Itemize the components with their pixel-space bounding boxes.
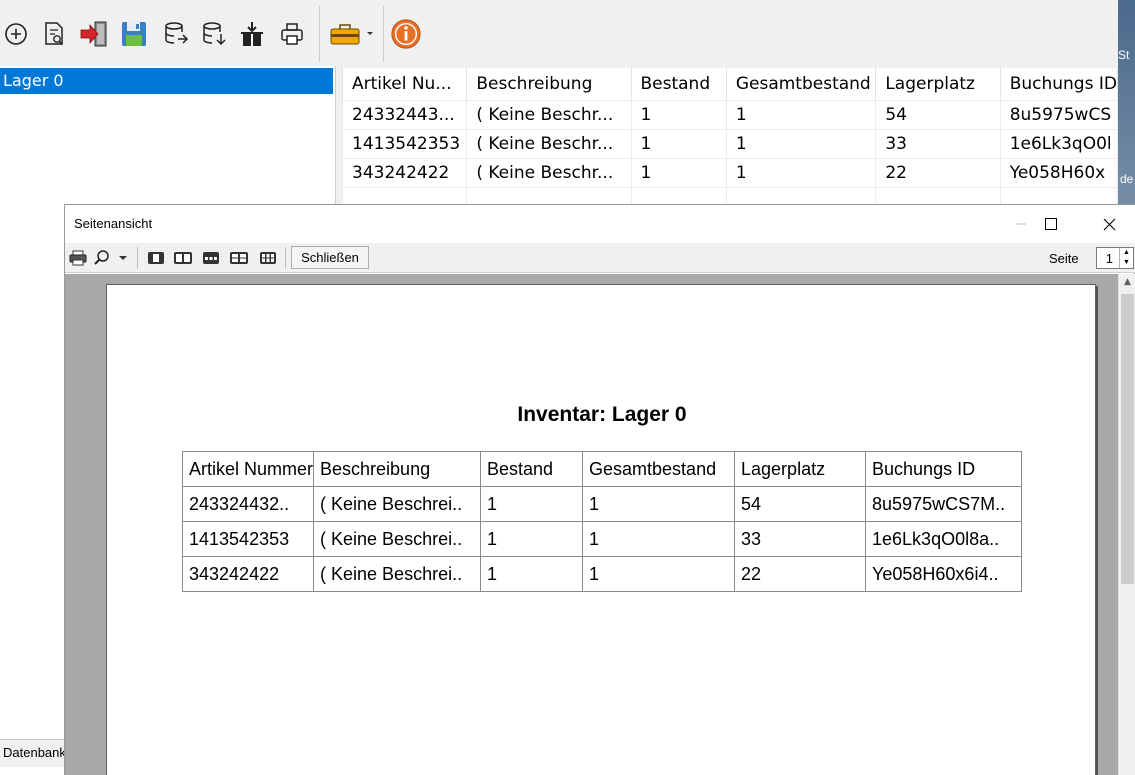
report-title: Inventar: Lager 0 (517, 403, 687, 426)
table-row[interactable]: 1413542353 ( Keine Beschr... 1 1 33 1e6L… (342, 128, 1118, 159)
search-document-icon[interactable] (38, 14, 70, 54)
grid-cell[interactable]: 8u5975wCS (999, 99, 1118, 130)
report-cell: 243324432.. (181, 486, 315, 522)
scroll-up-icon[interactable]: ▲ (1119, 274, 1135, 291)
stock-in-icon[interactable] (236, 14, 268, 54)
desktop-text: de (1120, 172, 1134, 186)
status-tab[interactable]: Datenbank (0, 739, 66, 767)
table-row[interactable]: 24332443... ( Keine Beschr... 1 1 54 8u5… (342, 99, 1118, 130)
import-icon[interactable] (78, 14, 110, 54)
grid-cell[interactable]: 1 (725, 157, 877, 188)
print-preview-window: Seitenansicht Schließen Seite 1 ▲ ▼ Inve… (64, 204, 1135, 775)
report-cell: 33 (734, 521, 867, 557)
column-header[interactable]: Artikel Nu... (342, 68, 468, 100)
column-header[interactable]: Bestand (630, 68, 727, 100)
grid-cell[interactable]: 1413542353 (342, 128, 468, 159)
report-column-header: Beschreibung (313, 451, 482, 487)
report-cell: Ye058H60x6i4.. (865, 556, 1023, 592)
report-cell: 1 (480, 556, 584, 592)
main-toolbar (0, 0, 1118, 66)
report-cell: 1 (480, 521, 584, 557)
grid-header-row: Artikel Nu... Beschreibung Bestand Gesam… (342, 68, 1118, 100)
add-icon[interactable] (0, 14, 32, 54)
table-row: 243324432.. ( Keine Beschrei.. 1 1 54 8u… (181, 486, 1023, 522)
page-label: Seite (1049, 251, 1079, 266)
report-cell: ( Keine Beschrei.. (313, 556, 482, 592)
report-cell: ( Keine Beschrei.. (313, 521, 482, 557)
grid-cell[interactable]: 22 (875, 157, 1001, 188)
preview-toolbar: Schließen Seite 1 ▲ ▼ (65, 243, 1135, 273)
vertical-scrollbar[interactable]: ▲ (1118, 274, 1135, 775)
column-header[interactable]: Lagerplatz (875, 68, 1001, 100)
four-pages-icon[interactable] (227, 248, 251, 268)
database-export-icon[interactable] (160, 14, 192, 54)
grid-cell[interactable]: 1e6Lk3qO0l (999, 128, 1118, 159)
column-header[interactable]: Buchungs ID (999, 68, 1118, 100)
grid-cell[interactable]: 343242422 (342, 157, 468, 188)
info-icon[interactable] (390, 14, 422, 54)
report-cell: 54 (734, 486, 867, 522)
grid-cell[interactable]: ( Keine Beschr... (466, 128, 632, 159)
close-preview-button[interactable]: Schließen (291, 246, 369, 269)
maximize-icon[interactable] (1028, 205, 1074, 243)
column-header[interactable]: Gesamtbestand (725, 68, 877, 100)
close-icon[interactable] (1086, 205, 1132, 243)
grid-cell[interactable]: 24332443... (342, 99, 468, 130)
page-stepper[interactable]: 1 ▲ ▼ (1096, 247, 1134, 269)
preview-page: Inventar: Lager 0 Artikel Nummer Beschre… (106, 284, 1096, 775)
report-header-row: Artikel Nummer Beschreibung Bestand Gesa… (181, 451, 1023, 487)
scrollbar-thumb[interactable] (1121, 294, 1134, 584)
report-column-header: Buchungs ID (865, 451, 1023, 487)
report-cell: 22 (734, 556, 867, 592)
app-window: St de Lager 0 Datenbank Artikel Nu... Be… (0, 0, 1135, 775)
report-column-header: Gesamtbestand (582, 451, 736, 487)
report-cell: 8u5975wCS7M.. (865, 486, 1023, 522)
desktop-text: St (1118, 48, 1130, 62)
grid-cell[interactable]: ( Keine Beschr... (466, 157, 632, 188)
chevron-down-icon[interactable] (113, 248, 133, 268)
column-header[interactable]: Beschreibung (466, 68, 632, 100)
grid-cell[interactable]: 1 (630, 157, 727, 188)
print-icon[interactable] (276, 14, 308, 54)
report-table: Artikel Nummer Beschreibung Bestand Gesa… (181, 451, 1023, 592)
grid-cell[interactable]: 1 (630, 128, 727, 159)
grid-cell[interactable]: 54 (875, 99, 1001, 130)
table-row: 1413542353 ( Keine Beschrei.. 1 1 33 1e6… (181, 521, 1023, 557)
grid-cell[interactable]: 1 (725, 99, 877, 130)
window-title: Seitenansicht (74, 216, 153, 231)
grid-cell[interactable]: 33 (875, 128, 1001, 159)
tree-item-lager-0[interactable]: Lager 0 (0, 68, 333, 94)
one-page-icon[interactable] (145, 248, 167, 268)
six-pages-icon[interactable] (257, 248, 279, 268)
report-cell: ( Keine Beschrei.. (313, 486, 482, 522)
inventory-grid: Artikel Nu... Beschreibung Bestand Gesam… (342, 68, 1118, 208)
table-row[interactable]: 343242422 ( Keine Beschr... 1 1 22 Ye058… (342, 157, 1118, 188)
preview-canvas: Inventar: Lager 0 Artikel Nummer Beschre… (65, 274, 1118, 775)
report-cell: 343242422 (181, 556, 315, 592)
report-column-header: Bestand (480, 451, 584, 487)
table-row: 343242422 ( Keine Beschrei.. 1 1 22 Ye05… (181, 556, 1023, 592)
report-cell: 1 (582, 521, 736, 557)
report-column-header: Lagerplatz (734, 451, 867, 487)
grid-cell[interactable]: 1 (725, 128, 877, 159)
grid-cell[interactable]: Ye058H60x (999, 157, 1118, 188)
report-cell: 1 (582, 556, 736, 592)
report-cell: 1 (582, 486, 736, 522)
two-pages-icon[interactable] (171, 248, 195, 268)
report-cell: 1 (480, 486, 584, 522)
grid-cell[interactable]: ( Keine Beschr... (466, 99, 632, 130)
three-pages-icon[interactable] (200, 248, 222, 268)
zoom-icon[interactable] (91, 248, 113, 268)
grid-cell[interactable]: 1 (630, 99, 727, 130)
report-column-header: Artikel Nummer (181, 451, 315, 487)
report-cell: 1e6Lk3qO0l8a.. (865, 521, 1023, 557)
save-icon[interactable] (118, 14, 150, 54)
print-icon[interactable] (67, 248, 89, 268)
report-cell: 1413542353 (181, 521, 315, 557)
window-titlebar[interactable]: Seitenansicht (65, 205, 1135, 243)
page-number[interactable]: 1 (1106, 251, 1113, 266)
stepper-arrows-icon[interactable]: ▲ ▼ (1119, 248, 1133, 268)
toolbox-icon[interactable] (326, 14, 376, 54)
database-import-icon[interactable] (198, 14, 230, 54)
